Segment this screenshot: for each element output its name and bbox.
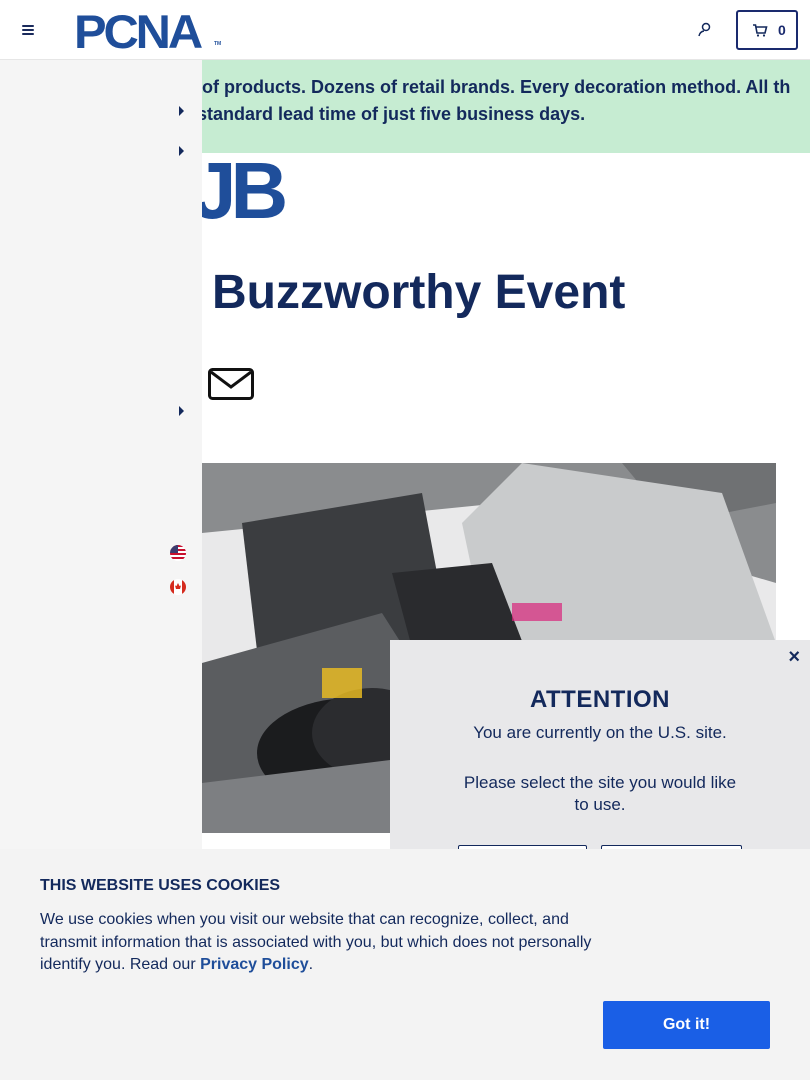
hub-logo-fragment: JB — [192, 146, 288, 235]
account-icon[interactable] — [695, 20, 715, 40]
logo-trademark: TM — [214, 41, 222, 47]
cookie-title: THIS WEBSITE USES COOKIES — [40, 877, 281, 894]
cookie-banner: THIS WEBSITE USES COOKIES We use cookies… — [0, 849, 810, 1080]
dialog-message: You are currently on the U.S. site. — [473, 723, 727, 742]
site-header: PCNA TM 0 — [0, 0, 810, 60]
got-it-button[interactable]: Got it! — [603, 1001, 770, 1049]
promo-banner-text: ls of products. Dozens of retail brands.… — [182, 77, 791, 124]
page-title: Buzzworthy Event — [212, 266, 626, 319]
cart-count: 0 — [778, 22, 786, 38]
logo-text: PCNA — [74, 5, 203, 58]
dialog-prompt: Please select the site you would like to… — [463, 773, 737, 814]
us-flag-icon[interactable] — [170, 545, 186, 561]
sidebar-expand-arrow[interactable] — [179, 406, 184, 416]
cart-icon — [753, 24, 768, 37]
sidebar-expand-arrow[interactable] — [179, 146, 184, 156]
close-icon[interactable]: × — [788, 646, 800, 669]
sidebar-expand-arrow[interactable] — [179, 106, 184, 116]
menu-icon[interactable] — [18, 20, 38, 40]
canada-flag-icon[interactable] — [170, 579, 186, 595]
cookie-text: We use cookies when you visit our websit… — [40, 909, 610, 977]
privacy-policy-link[interactable]: Privacy Policy — [200, 956, 309, 973]
pcna-logo[interactable]: PCNA TM — [74, 5, 226, 58]
email-share-icon[interactable] — [208, 368, 254, 400]
cookie-body-text: We use cookies when you visit our websit… — [40, 911, 592, 973]
cart-button[interactable]: 0 — [736, 10, 798, 50]
dialog-title: ATTENTION — [529, 686, 671, 713]
cookie-body-suffix: . — [308, 956, 314, 973]
